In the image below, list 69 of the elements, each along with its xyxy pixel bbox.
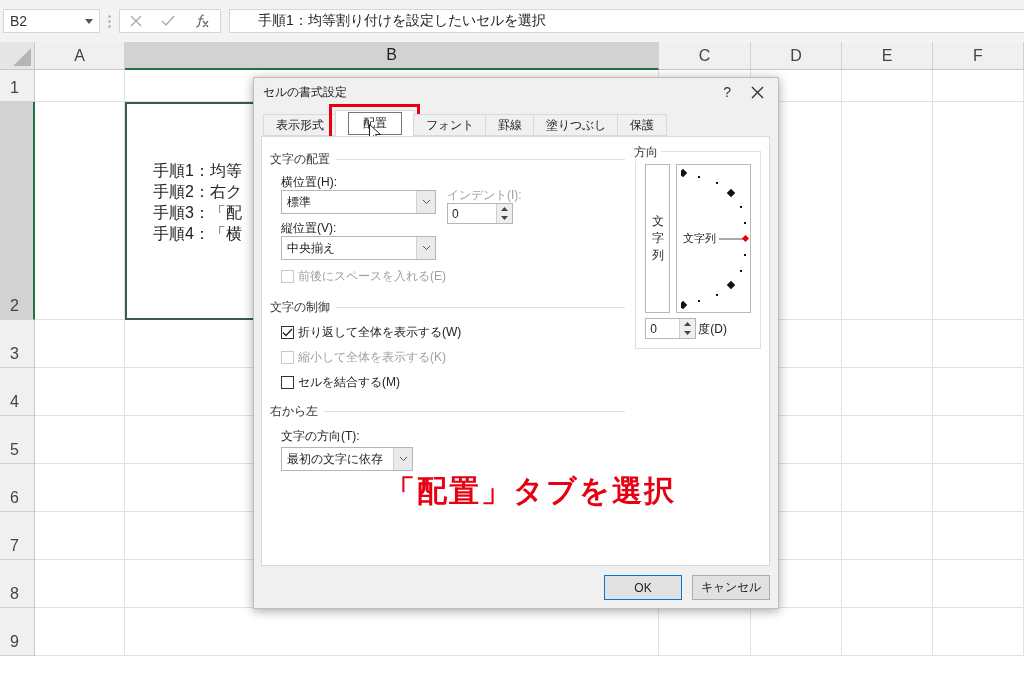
tab[interactable]: 塗りつぶし (533, 114, 619, 136)
cell-text: 手順2：右ク (153, 182, 242, 202)
cell-text: 手順3：「配 (153, 203, 242, 223)
direction-select[interactable]: 最初の文字に依存 (281, 447, 413, 471)
tab[interactable]: 保護 (617, 114, 667, 136)
section-title: 右から左 (270, 403, 318, 420)
function-icon[interactable] (194, 14, 211, 28)
row-header[interactable]: 6 (0, 464, 35, 512)
section-title: 文字の配置 (270, 151, 330, 168)
dial-text: 文字列 (683, 231, 717, 246)
horizontal-select[interactable]: 標準 (281, 190, 436, 214)
cell-text: 手順1：均等 (153, 161, 242, 181)
degrees-field[interactable]: 0 (645, 318, 697, 339)
close-icon[interactable] (751, 85, 764, 99)
spin-buttons[interactable] (679, 319, 696, 338)
row-header[interactable]: 9 (0, 608, 35, 656)
dialog-button[interactable]: OK (604, 575, 682, 600)
caret-icon (398, 456, 408, 462)
vertical-text: 文字列 (651, 213, 664, 264)
row-header[interactable]: 5 (0, 416, 35, 464)
select-all-corner[interactable] (0, 42, 35, 70)
column-header[interactable]: C (659, 42, 751, 70)
checkbox[interactable] (281, 376, 294, 389)
tab[interactable]: 表示形式 (263, 114, 337, 136)
orientation-pointer-icon[interactable] (719, 235, 752, 243)
row-header[interactable]: 8 (0, 560, 35, 608)
checkbox-label: 折り返して全体を表示する(W) (298, 324, 462, 341)
triangle-icon (13, 48, 31, 66)
column-header[interactable]: E (842, 42, 933, 70)
tab[interactable]: 配置 (335, 110, 415, 136)
group-title: 方向 (634, 144, 662, 161)
field-label: 度(D) (698, 320, 727, 337)
tab[interactable]: 罫線 (485, 114, 535, 136)
cell-text: 手順4：「横 (153, 224, 242, 244)
column-header[interactable]: B (125, 42, 659, 70)
section-title: 文字の制御 (270, 299, 330, 316)
dialog-button[interactable]: キャンセル (692, 575, 770, 600)
caret-icon (421, 199, 431, 205)
name-box[interactable]: B2 (3, 9, 100, 33)
vertical-select[interactable]: 中央揃え (281, 236, 436, 260)
column-header[interactable]: A (35, 42, 125, 70)
row-header[interactable]: 1 (0, 70, 35, 102)
row-header[interactable]: 4 (0, 368, 35, 416)
checkbox-label: セルを結合する(M) (298, 374, 400, 391)
row-header[interactable]: 3 (0, 320, 35, 368)
row-header[interactable]: 2 (0, 102, 35, 320)
grip-icon (108, 14, 111, 28)
field-label: 縦位置(V): (281, 220, 338, 236)
cancel-icon[interactable] (129, 15, 142, 27)
field-label: 文字の方向(T): (281, 428, 361, 444)
checkbox-label: 前後にスペースを入れる(E) (298, 268, 446, 285)
orientation-dial[interactable]: 文字列 (676, 164, 752, 313)
indent-field[interactable]: 0 (447, 203, 513, 224)
row-header[interactable]: 7 (0, 512, 35, 560)
checkbox-label: 縮小して全体を表示する(K) (298, 349, 446, 366)
spin-buttons[interactable] (496, 204, 512, 223)
vertical-text-option[interactable]: 文字列 (645, 164, 671, 313)
caret-icon (421, 245, 431, 251)
field-label: インデント(I): (447, 187, 522, 203)
check-icon[interactable] (161, 15, 175, 27)
dialog-title: セルの書式設定 (263, 83, 347, 101)
formula-field[interactable]: 手順1：均等割り付けを設定したいセルを選択 (229, 9, 1024, 33)
help-button[interactable]: ? (723, 84, 731, 100)
field-label: 横位置(H): (281, 174, 338, 190)
column-header[interactable]: D (751, 42, 842, 70)
column-header[interactable]: F (933, 42, 1024, 70)
annotation-text: 「配置」タブを選択 (384, 473, 676, 509)
tab[interactable]: フォント (413, 114, 487, 136)
checkbox[interactable] (281, 326, 294, 339)
